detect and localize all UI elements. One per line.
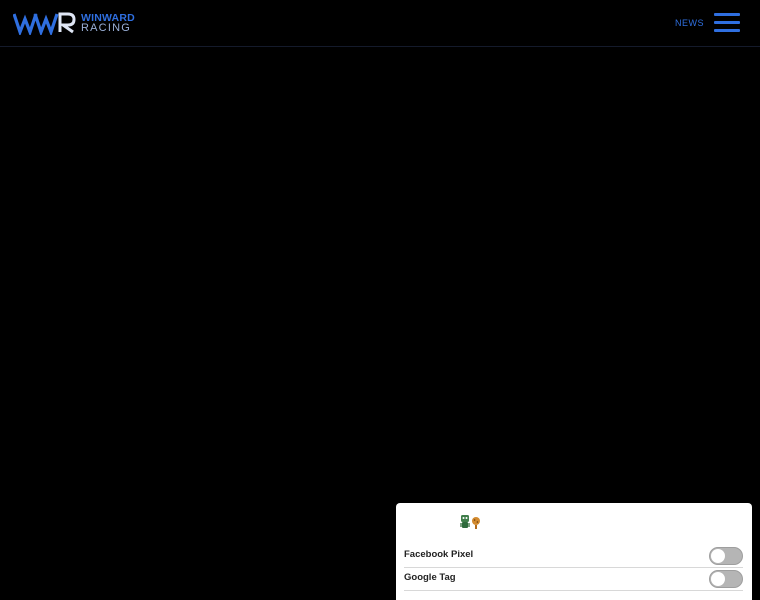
consent-row-google-tag: Google Tag [404, 568, 743, 591]
menu-bar [714, 29, 740, 32]
toggle-knob [711, 549, 725, 563]
nav-link-news[interactable]: NEWS [675, 18, 704, 28]
brand-logo[interactable]: WINWARD RACING [13, 11, 138, 35]
google-tag-toggle[interactable] [709, 570, 743, 588]
consent-row-facebook-pixel: Facebook Pixel [404, 545, 743, 568]
menu-bar [714, 21, 740, 24]
site-header: WINWARD RACING NEWS [0, 0, 760, 47]
consent-label-google-tag: Google Tag [404, 572, 456, 583]
facebook-pixel-toggle[interactable] [709, 547, 743, 565]
toggle-knob [711, 572, 725, 586]
menu-bar [714, 13, 740, 16]
wwr-logo-mark-icon [13, 12, 76, 35]
hamburger-menu-icon[interactable] [714, 13, 740, 33]
brand-name-line2: RACING [81, 22, 131, 34]
cookie-mascot-icon [460, 515, 480, 529]
consent-label-facebook-pixel: Facebook Pixel [404, 549, 474, 560]
cookie-consent-panel: Facebook Pixel Google Tag [396, 503, 752, 600]
